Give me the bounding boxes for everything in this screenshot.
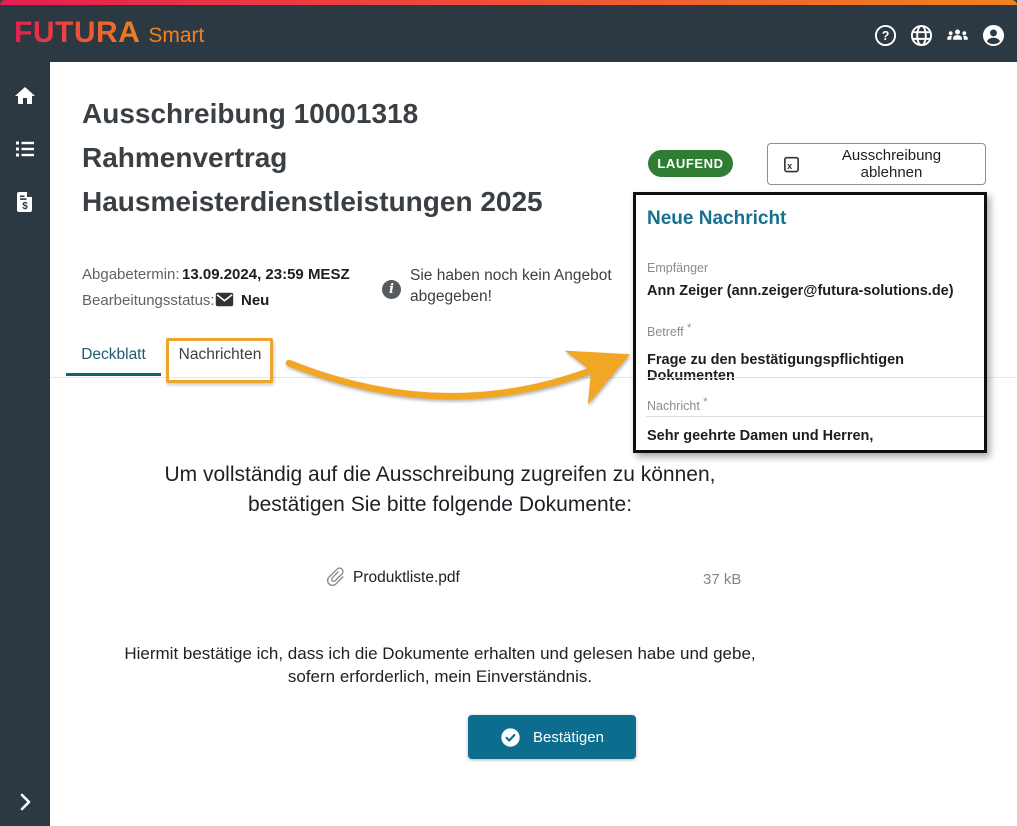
home-icon[interactable] [13, 84, 37, 108]
processing-status-value: Neu [241, 292, 269, 309]
app-logo[interactable]: FUTURA Smart [14, 16, 204, 50]
tender-list-icon[interactable] [13, 137, 37, 161]
attachment-filesize: 37 kB [703, 571, 741, 588]
tab-nachrichten[interactable]: Nachrichten [173, 346, 267, 377]
user-groups-icon[interactable] [946, 24, 969, 47]
brand-suffix: Smart [148, 24, 204, 48]
subject-label: Betreff * [647, 322, 691, 339]
account-icon[interactable] [982, 24, 1005, 47]
document-confirm-intro: Um vollständig auf die Ausschreibung zug… [82, 460, 798, 520]
app-window: FUTURA Smart ? $ [0, 0, 1017, 826]
deadline-value: 13.09.2024, 23:59 MESZ [182, 266, 350, 283]
sidebar-nav: $ [0, 62, 50, 826]
subject-field-underline [646, 377, 984, 378]
info-icon: i [382, 280, 401, 299]
page-title: Ausschreibung 10001318 Rahmenvertrag Hau… [82, 92, 682, 224]
new-message-panel: Neue Nachricht Empfänger Ann Zeiger (ann… [633, 192, 987, 453]
recipient-value: Ann Zeiger (ann.zeiger@futura-solutions.… [647, 283, 954, 299]
brand-gradient-strip [0, 0, 1017, 5]
recipient-label: Empfänger [647, 261, 708, 275]
check-circle-icon [500, 727, 521, 748]
attachment-filename[interactable]: Produktliste.pdf [353, 569, 460, 587]
language-globe-icon[interactable] [910, 24, 933, 47]
top-bar: FUTURA Smart ? [0, 0, 1017, 62]
svg-text:$: $ [22, 201, 28, 212]
mail-envelope-icon [215, 292, 234, 307]
paperclip-icon [325, 566, 347, 588]
new-message-title: Neue Nachricht [647, 208, 786, 230]
subject-input-value[interactable]: Frage zu den bestätigungspflichtigen Dok… [647, 352, 984, 384]
annotation-arrow [275, 340, 640, 445]
confirm-button[interactable]: Bestätigen [468, 715, 636, 759]
reject-tender-label: Ausschreibung ablehnen [812, 147, 971, 181]
no-offer-info-text: Sie haben noch kein Angebot abgegeben! [410, 265, 628, 307]
confirm-button-label: Bestätigen [533, 729, 604, 746]
confirmation-statement: Hiermit bestätige ich, dass ich die Doku… [82, 642, 798, 688]
topbar-icon-group: ? [874, 24, 1005, 47]
required-marker: * [687, 322, 691, 334]
help-icon[interactable]: ? [874, 24, 897, 47]
message-field-underline [646, 416, 984, 417]
file-x-icon: x [782, 155, 801, 174]
status-badge: LAUFEND [648, 150, 733, 177]
processing-status-label: Bearbeitungsstatus: [82, 292, 215, 309]
svg-text:?: ? [882, 29, 890, 43]
message-label: Nachricht * [647, 396, 708, 413]
required-marker: * [703, 396, 707, 408]
active-tab-underline [66, 373, 161, 376]
deadline-label: Abgabetermin: [82, 266, 180, 283]
brand-name: FUTURA [14, 16, 140, 50]
svg-text:x: x [787, 160, 792, 170]
reject-tender-button[interactable]: x Ausschreibung ablehnen [767, 143, 986, 185]
offer-document-icon[interactable]: $ [13, 190, 37, 214]
message-input-value[interactable]: Sehr geehrte Damen und Herren, [647, 428, 873, 444]
expand-sidebar-chevron-icon[interactable] [13, 790, 37, 814]
